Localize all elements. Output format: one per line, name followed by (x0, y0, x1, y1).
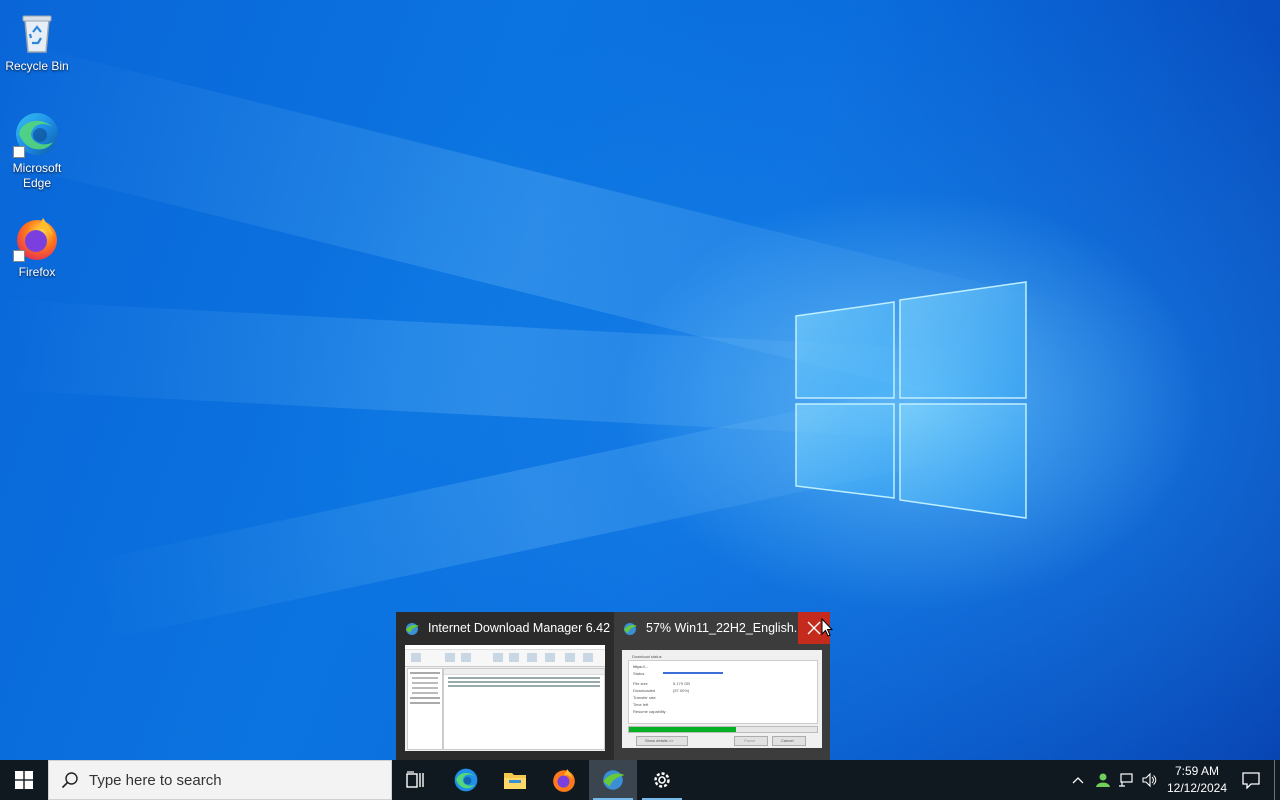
volume-icon (1142, 772, 1157, 788)
search-icon (61, 772, 78, 789)
download-status-value (663, 672, 723, 674)
tray-volume-button[interactable] (1138, 760, 1160, 800)
show-hidden-icons-button[interactable] (1066, 760, 1090, 800)
clock-date: 12/12/2024 (1166, 781, 1228, 795)
close-icon (807, 621, 821, 635)
thumbnail-preview-idm-main (405, 645, 605, 751)
thumbnail-title: Internet Download Manager 6.42 (428, 621, 611, 635)
mouse-cursor-icon (821, 618, 833, 637)
firefox-icon (553, 769, 575, 792)
taskbar-thumbnail-popup: Internet Download Manager 6.42 57% Win11… (396, 612, 830, 760)
transfer-rate-label: Transfer rate (633, 695, 656, 700)
idm-icon (624, 623, 637, 635)
network-icon (1119, 773, 1133, 787)
desktop-icon-label: Recycle Bin (5, 59, 69, 73)
taskbar-idm-button[interactable] (589, 760, 637, 800)
firefox-icon (13, 214, 61, 262)
download-status-label: Status (633, 671, 645, 676)
downloaded-value: (57.00%) (673, 688, 690, 693)
cancel-button[interactable]: Cancel (772, 736, 806, 746)
search-placeholder: Type here to search (89, 771, 222, 789)
download-status-group-label: Download status (632, 654, 662, 659)
download-progress-fill (629, 727, 737, 732)
desktop-icon-edge[interactable]: Microsoft Edge (0, 110, 74, 191)
tray-network-button[interactable] (1115, 760, 1137, 800)
recycle-bin-icon (13, 8, 61, 56)
task-view-icon (406, 771, 424, 788)
settings-icon (654, 772, 670, 788)
notification-icon (1242, 772, 1260, 789)
windows-logo (795, 281, 1027, 519)
chevron-up-icon (1072, 777, 1084, 784)
desktop-icon-recycle-bin[interactable]: Recycle Bin (0, 8, 74, 74)
clock-time: 7:59 AM (1174, 764, 1220, 778)
download-progress-bar (628, 726, 818, 733)
edge-icon (454, 768, 478, 792)
file-explorer-icon (504, 773, 526, 789)
shortcut-arrow-icon (13, 250, 25, 262)
windows-start-icon (15, 771, 33, 789)
downloaded-label: Downloaded (633, 688, 656, 693)
action-center-button[interactable] (1234, 760, 1268, 800)
thumbnail-preview-download: Download status https://... Status File … (622, 650, 822, 748)
taskbar: Type here to search 7:59 AM 12/12/2024 (0, 760, 1280, 800)
thumbnail-idm-download[interactable]: 57% Win11_22H2_English... Download statu… (614, 612, 830, 760)
desktop-icon-label: Microsoft Edge (12, 161, 62, 190)
file-size-value: 5.179 GB (673, 681, 690, 686)
time-left-label: Time left (633, 702, 649, 707)
thumbnail-title: 57% Win11_22H2_English... (646, 621, 805, 635)
tray-clock[interactable]: 7:59 AM 12/12/2024 (1160, 760, 1234, 800)
resume-capability-label: Resume capability (633, 709, 666, 714)
show-details-button[interactable]: Show details >> (636, 736, 688, 746)
show-desktop-button[interactable] (1274, 760, 1280, 800)
user-green-icon (1096, 773, 1110, 787)
search-box[interactable]: Type here to search (48, 760, 392, 800)
start-button[interactable] (0, 760, 48, 800)
idm-icon (603, 770, 625, 790)
task-view-button[interactable] (392, 760, 440, 800)
shortcut-arrow-icon (13, 146, 25, 158)
file-size-label: File size (633, 681, 648, 686)
idm-icon (406, 623, 419, 635)
desktop-icon-firefox[interactable]: Firefox (0, 214, 74, 280)
taskbar-firefox-button[interactable] (540, 760, 588, 800)
pause-button[interactable]: Pause (734, 736, 768, 746)
taskbar-edge-button[interactable] (442, 760, 490, 800)
taskbar-file-explorer-button[interactable] (491, 760, 539, 800)
tray-user-button[interactable] (1092, 760, 1114, 800)
thumbnail-idm-main[interactable]: Internet Download Manager 6.42 (396, 612, 612, 760)
edge-icon (13, 110, 61, 158)
download-url: https://... (633, 664, 649, 669)
taskbar-settings-button[interactable] (638, 760, 686, 800)
desktop-icon-label: Firefox (18, 265, 56, 279)
